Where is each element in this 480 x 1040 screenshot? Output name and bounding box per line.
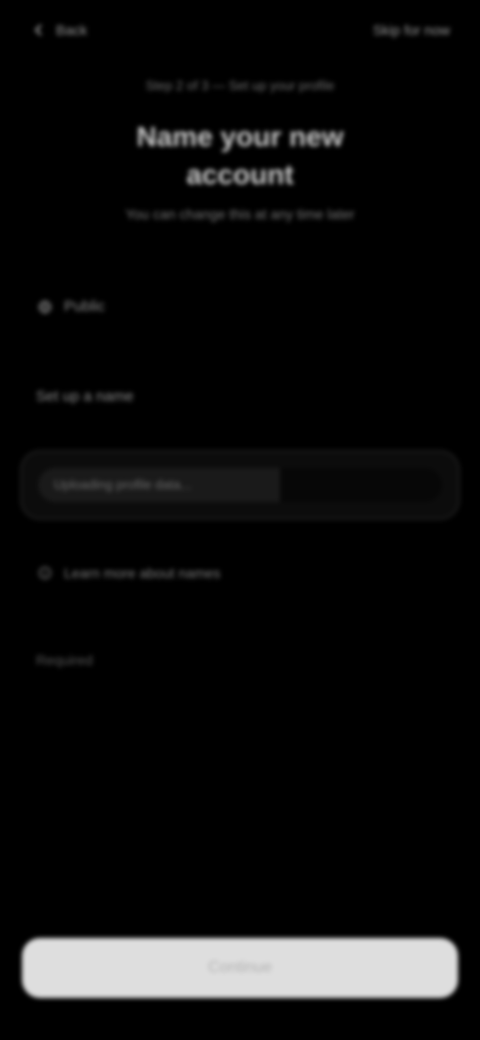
info-icon [38,566,52,580]
back-label: Back [56,22,88,38]
back-button[interactable]: Back [30,21,87,39]
visibility-option[interactable]: Public [38,298,105,315]
step-label: Step 2 of 3 — Set up your profile [145,78,335,93]
skip-button[interactable]: Skip for now [373,22,450,38]
page-title: Name your new account [136,121,344,190]
continue-button[interactable]: Continue [22,938,458,998]
status-text: Required [36,652,93,668]
learn-more-link[interactable]: Learn more about names [38,565,220,581]
top-bar: Back Skip for now [30,14,450,46]
back-arrow-icon [30,21,48,39]
page-subtitle: You can change this at any time later [125,206,355,222]
learn-more-label: Learn more about names [64,565,221,581]
progress-text: Uploading profile data... [54,477,192,492]
progress-track: Uploading profile data... [38,468,442,502]
section-label: Set up a name [36,388,134,405]
upload-progress-card: Uploading profile data... [20,450,460,520]
globe-icon [38,300,52,314]
visibility-option-label: Public [64,298,105,315]
